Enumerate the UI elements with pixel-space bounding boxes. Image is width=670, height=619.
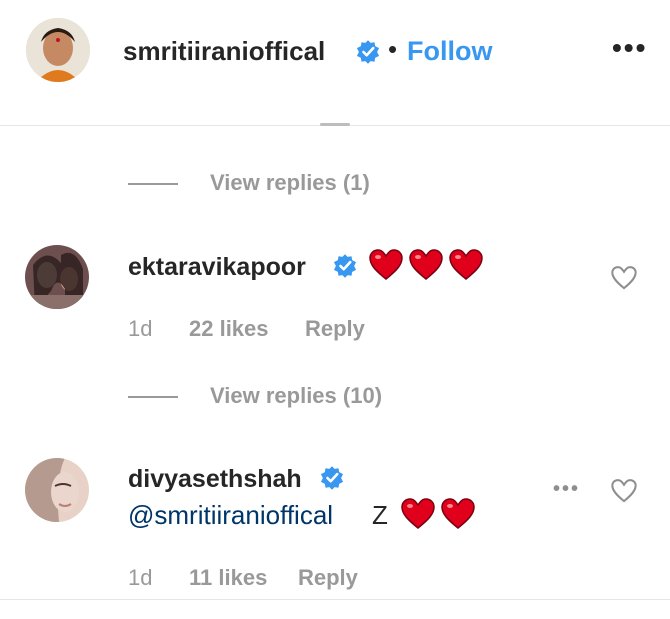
author-avatar[interactable] [26, 18, 90, 82]
author-username[interactable]: smritiiranioffical [123, 36, 325, 67]
red-heart-icon [409, 249, 443, 280]
like-heart-icon[interactable] [610, 478, 638, 504]
comment-age: 1d [128, 565, 153, 590]
comment-options-icon[interactable]: ••• [553, 478, 580, 501]
truncated-text [320, 118, 360, 126]
verified-badge-icon [333, 254, 357, 278]
commenter-username[interactable]: divyasethshah [128, 465, 302, 494]
likes-count[interactable]: 11 likes [189, 565, 267, 591]
view-replies-line [128, 183, 178, 185]
more-options-icon[interactable]: ••• [612, 32, 647, 64]
view-replies-button[interactable]: View replies (10) [210, 383, 382, 409]
comment-text: Z [372, 500, 388, 530]
red-heart-icon [449, 249, 483, 280]
verified-badge-icon [320, 466, 344, 490]
comment-age: 1d [128, 316, 153, 341]
commenter-avatar[interactable] [25, 458, 89, 522]
commenter-avatar[interactable] [25, 245, 89, 309]
commenter-username[interactable]: ektaravikapoor [128, 253, 306, 282]
like-heart-icon[interactable] [610, 265, 638, 291]
red-heart-icon [369, 249, 403, 280]
view-replies-line [128, 396, 178, 398]
post-header: smritiiranioffical • Follow ••• [0, 0, 670, 126]
likes-count[interactable]: 22 likes [189, 316, 269, 342]
comment-hearts [400, 498, 476, 530]
reply-button[interactable]: Reply [305, 316, 365, 342]
view-replies-button[interactable]: View replies (1) [210, 170, 370, 196]
comment-hearts [368, 249, 484, 281]
divider [0, 599, 670, 600]
mention-link[interactable]: @smritiiranioffical [128, 500, 333, 531]
verified-badge-icon [356, 40, 380, 64]
red-heart-icon [401, 498, 435, 529]
separator-dot: • [388, 34, 398, 64]
reply-button[interactable]: Reply [298, 565, 358, 591]
follow-button[interactable]: Follow [407, 36, 492, 67]
red-heart-icon [441, 498, 475, 529]
